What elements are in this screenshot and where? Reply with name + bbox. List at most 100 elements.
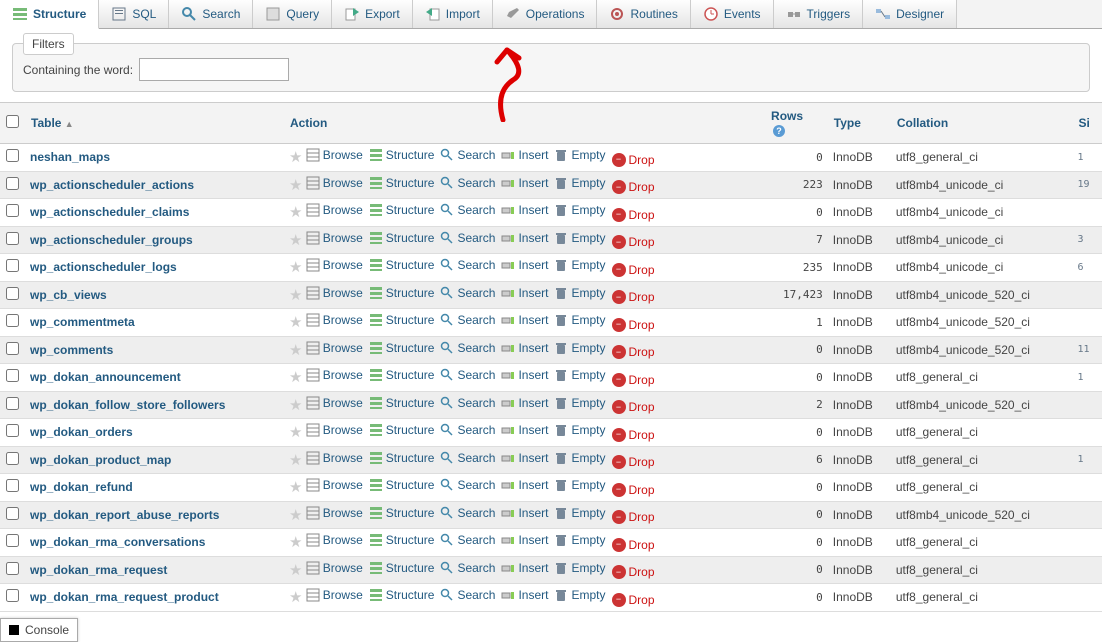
browse-link[interactable]: Browse (306, 423, 363, 437)
browse-link[interactable]: Browse (306, 286, 363, 300)
insert-link[interactable]: Insert (501, 396, 548, 410)
row-checkbox[interactable] (6, 479, 19, 492)
search-link[interactable]: Search (440, 588, 495, 602)
empty-link[interactable]: Empty (554, 423, 605, 437)
row-checkbox[interactable] (6, 177, 19, 190)
browse-link[interactable]: Browse (306, 561, 363, 575)
insert-link[interactable]: Insert (501, 176, 548, 190)
favorite-star-icon[interactable]: ★ (289, 479, 302, 496)
tab-events[interactable]: Events (691, 0, 774, 28)
empty-link[interactable]: Empty (554, 588, 605, 602)
browse-link[interactable]: Browse (306, 368, 363, 382)
search-link[interactable]: Search (440, 506, 495, 520)
table-name-link[interactable]: wp_commentmeta (30, 315, 135, 329)
insert-link[interactable]: Insert (501, 231, 548, 245)
col-collation[interactable]: Collation (891, 103, 1073, 144)
favorite-star-icon[interactable]: ★ (289, 149, 302, 166)
table-name-link[interactable]: wp_cb_views (30, 288, 107, 302)
select-all-checkbox[interactable] (6, 115, 19, 128)
empty-link[interactable]: Empty (554, 203, 605, 217)
drop-link[interactable]: − Drop (612, 565, 655, 579)
tab-query[interactable]: Query (253, 0, 332, 28)
row-checkbox[interactable] (6, 204, 19, 217)
search-link[interactable]: Search (440, 286, 495, 300)
structure-link[interactable]: Structure (369, 533, 435, 547)
tab-sql[interactable]: SQL (99, 0, 169, 28)
empty-link[interactable]: Empty (554, 176, 605, 190)
favorite-star-icon[interactable]: ★ (289, 287, 302, 304)
insert-link[interactable]: Insert (501, 423, 548, 437)
row-checkbox[interactable] (6, 424, 19, 437)
drop-link[interactable]: − Drop (612, 180, 655, 194)
insert-link[interactable]: Insert (501, 506, 548, 520)
structure-link[interactable]: Structure (369, 148, 435, 162)
tab-export[interactable]: Export (332, 0, 413, 28)
col-rows[interactable]: Rows? (765, 103, 828, 144)
favorite-star-icon[interactable]: ★ (289, 259, 302, 276)
table-name-link[interactable]: wp_actionscheduler_claims (30, 205, 189, 219)
empty-link[interactable]: Empty (554, 258, 605, 272)
tab-import[interactable]: Import (413, 0, 493, 28)
search-link[interactable]: Search (440, 396, 495, 410)
row-checkbox[interactable] (6, 589, 19, 602)
table-name-link[interactable]: wp_dokan_refund (30, 480, 133, 494)
table-name-link[interactable]: wp_dokan_product_map (30, 453, 171, 467)
tab-structure[interactable]: Structure (0, 0, 99, 29)
filter-input[interactable] (139, 58, 289, 81)
drop-link[interactable]: − Drop (612, 455, 655, 469)
browse-link[interactable]: Browse (306, 176, 363, 190)
search-link[interactable]: Search (440, 423, 495, 437)
favorite-star-icon[interactable]: ★ (289, 534, 302, 551)
drop-link[interactable]: − Drop (612, 510, 655, 524)
insert-link[interactable]: Insert (501, 148, 548, 162)
drop-link[interactable]: − Drop (612, 483, 655, 497)
tab-search[interactable]: Search (169, 0, 253, 28)
insert-link[interactable]: Insert (501, 341, 548, 355)
browse-link[interactable]: Browse (306, 396, 363, 410)
table-name-link[interactable]: wp_dokan_rma_request_product (30, 590, 219, 604)
insert-link[interactable]: Insert (501, 588, 548, 602)
table-name-link[interactable]: wp_dokan_orders (30, 425, 133, 439)
insert-link[interactable]: Insert (501, 561, 548, 575)
browse-link[interactable]: Browse (306, 258, 363, 272)
search-link[interactable]: Search (440, 313, 495, 327)
search-link[interactable]: Search (440, 341, 495, 355)
drop-link[interactable]: − Drop (612, 593, 655, 607)
empty-link[interactable]: Empty (554, 506, 605, 520)
favorite-star-icon[interactable]: ★ (289, 232, 302, 249)
table-name-link[interactable]: wp_actionscheduler_actions (30, 178, 194, 192)
structure-link[interactable]: Structure (369, 368, 435, 382)
favorite-star-icon[interactable]: ★ (289, 562, 302, 579)
row-checkbox[interactable] (6, 562, 19, 575)
favorite-star-icon[interactable]: ★ (289, 204, 302, 221)
rows-help-icon[interactable]: ? (773, 125, 785, 137)
drop-link[interactable]: − Drop (612, 400, 655, 414)
favorite-star-icon[interactable]: ★ (289, 452, 302, 469)
browse-link[interactable]: Browse (306, 148, 363, 162)
row-checkbox[interactable] (6, 314, 19, 327)
empty-link[interactable]: Empty (554, 286, 605, 300)
browse-link[interactable]: Browse (306, 478, 363, 492)
structure-link[interactable]: Structure (369, 258, 435, 272)
structure-link[interactable]: Structure (369, 588, 435, 602)
structure-link[interactable]: Structure (369, 561, 435, 575)
structure-link[interactable]: Structure (369, 451, 435, 465)
row-checkbox[interactable] (6, 397, 19, 410)
drop-link[interactable]: − Drop (612, 263, 655, 277)
row-checkbox[interactable] (6, 369, 19, 382)
browse-link[interactable]: Browse (306, 588, 363, 602)
search-link[interactable]: Search (440, 258, 495, 272)
favorite-star-icon[interactable]: ★ (289, 342, 302, 359)
insert-link[interactable]: Insert (501, 478, 548, 492)
favorite-star-icon[interactable]: ★ (289, 397, 302, 414)
browse-link[interactable]: Browse (306, 451, 363, 465)
row-checkbox[interactable] (6, 342, 19, 355)
favorite-star-icon[interactable]: ★ (289, 314, 302, 331)
search-link[interactable]: Search (440, 561, 495, 575)
search-link[interactable]: Search (440, 148, 495, 162)
row-checkbox[interactable] (6, 287, 19, 300)
search-link[interactable]: Search (440, 533, 495, 547)
console-toggle[interactable]: Console (0, 618, 78, 642)
row-checkbox[interactable] (6, 452, 19, 465)
drop-link[interactable]: − Drop (612, 153, 655, 167)
